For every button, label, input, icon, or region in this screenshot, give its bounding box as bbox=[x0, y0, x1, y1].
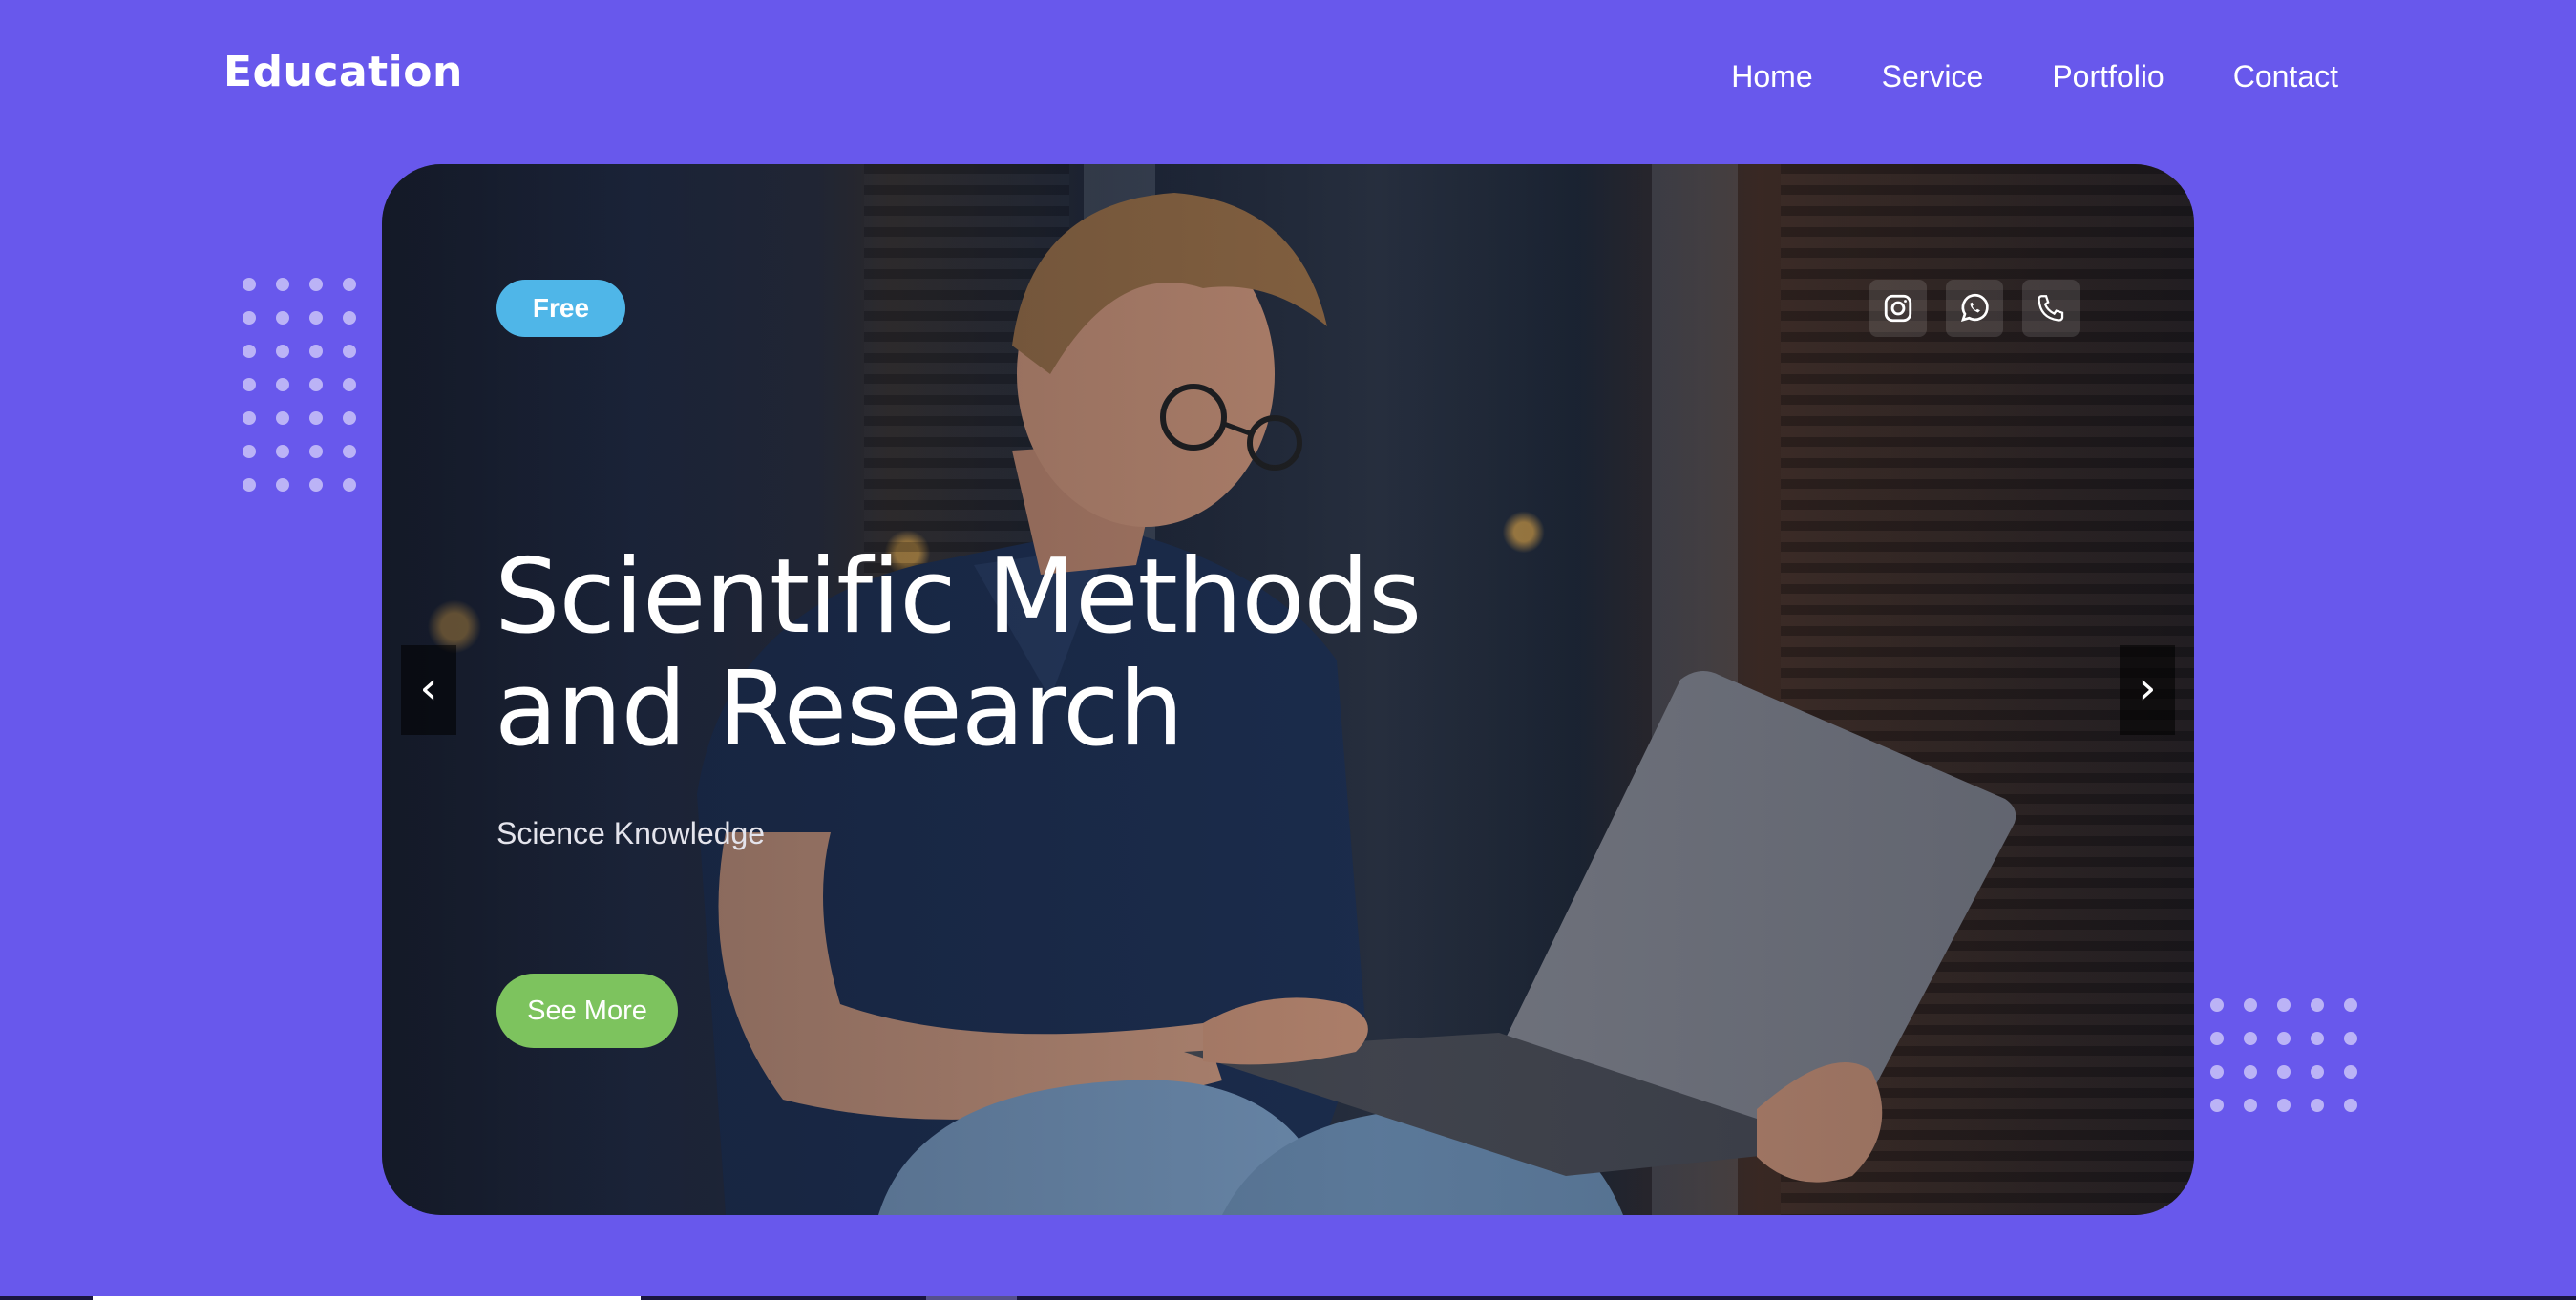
instagram-icon[interactable] bbox=[1869, 280, 1927, 337]
hero-title-line-2: and Research bbox=[495, 650, 1184, 769]
nav-home-link[interactable]: Home bbox=[1731, 59, 1812, 94]
phone-icon[interactable] bbox=[2022, 280, 2080, 337]
hero-subtitle: Science Knowledge bbox=[496, 816, 766, 850]
dot-pattern-right bbox=[2210, 998, 2377, 1132]
free-badge: Free bbox=[496, 280, 625, 337]
nav-service-link[interactable]: Service bbox=[1882, 59, 1984, 94]
hero-title: Scientific Methods and Research bbox=[495, 541, 1640, 766]
slider-next-arrow[interactable]: › bbox=[2120, 645, 2175, 735]
landing-page: Education Home Service Portfolio Contact bbox=[0, 0, 2576, 1300]
hero-slider: Free Scientific Methods and Research Sci… bbox=[382, 164, 2194, 1215]
bottom-scrollbar bbox=[0, 1296, 2576, 1300]
slider-prev-arrow[interactable]: ‹ bbox=[401, 645, 456, 735]
nav-contact-link[interactable]: Contact bbox=[2233, 59, 2338, 94]
nav-portfolio-link[interactable]: Portfolio bbox=[2052, 59, 2164, 94]
whatsapp-icon[interactable] bbox=[1946, 280, 2003, 337]
see-more-button[interactable]: See More bbox=[496, 974, 678, 1048]
site-logo[interactable]: Education bbox=[223, 48, 463, 96]
hero-title-line-1: Scientific Methods bbox=[495, 537, 1422, 657]
main-nav: Home Service Portfolio Contact bbox=[1731, 59, 2338, 94]
site-header: Education Home Service Portfolio Contact bbox=[223, 0, 2338, 162]
scrollbar-thumb[interactable] bbox=[93, 1296, 641, 1300]
dot-pattern-left bbox=[243, 278, 376, 512]
social-links bbox=[1869, 280, 2080, 337]
scrollbar-segment bbox=[926, 1296, 1017, 1300]
